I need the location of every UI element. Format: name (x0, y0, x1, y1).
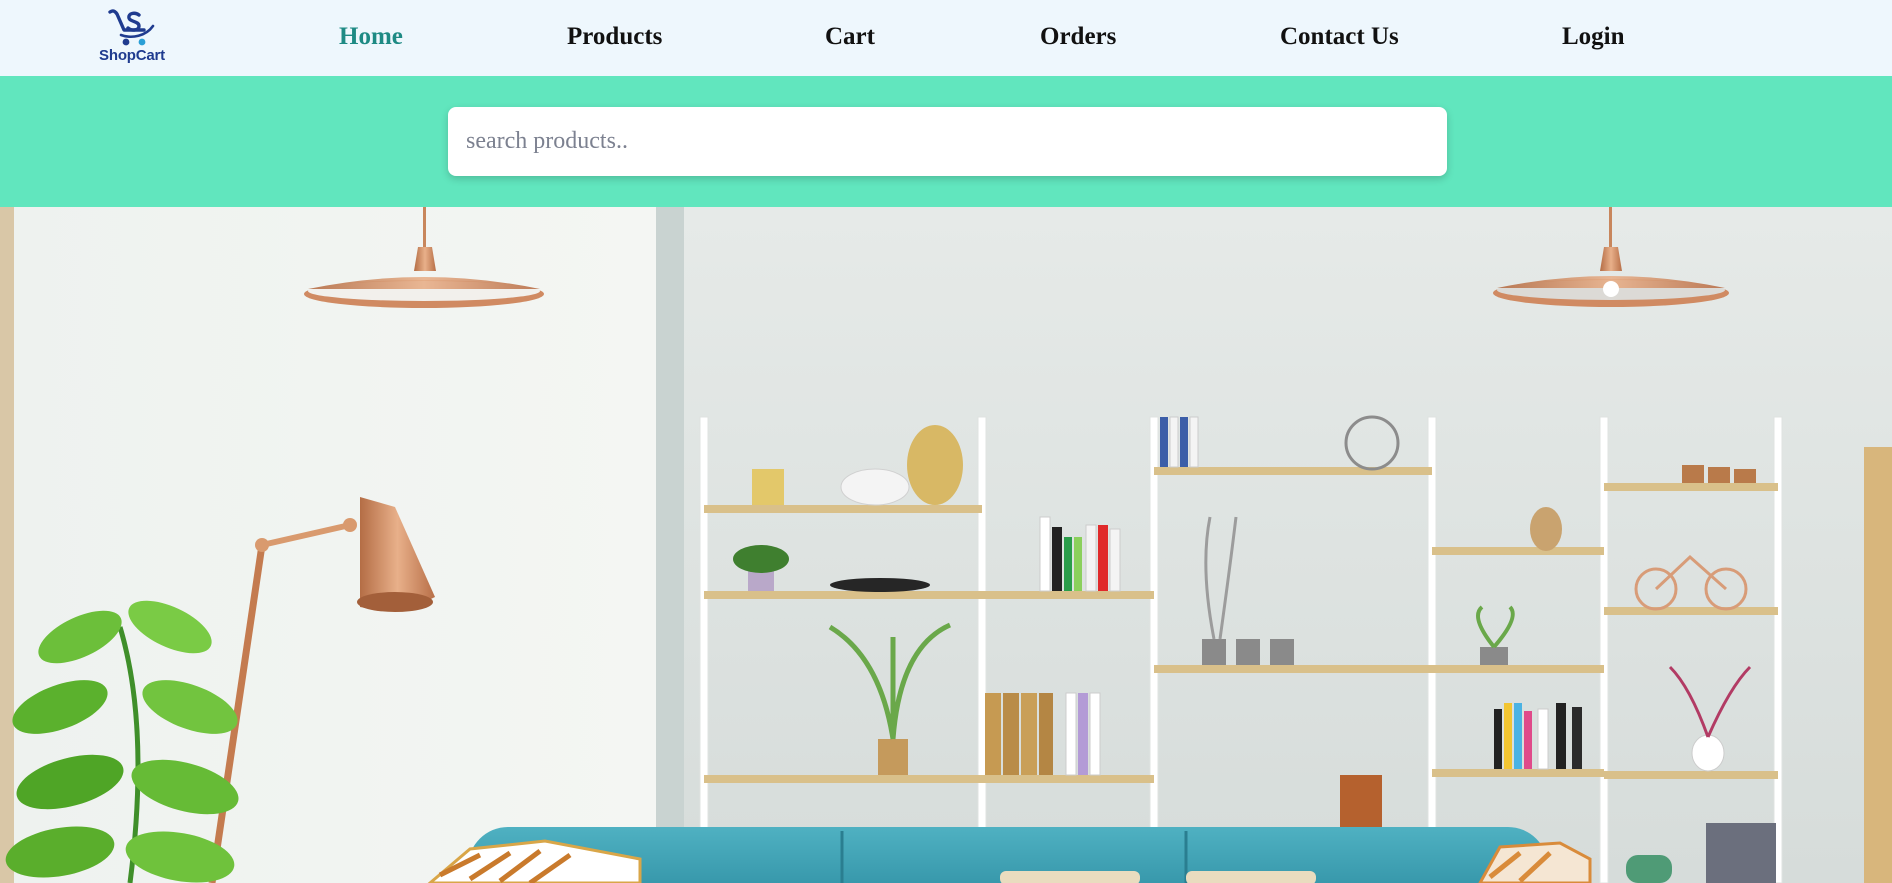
living-room-illustration (0, 207, 1892, 883)
nav-home-link[interactable]: Home (339, 20, 403, 54)
nav-orders-link[interactable]: Orders (1040, 20, 1116, 54)
logo-wordmark: ShopCart (99, 47, 165, 64)
search-banner (0, 76, 1892, 207)
shopping-cart-s-icon (108, 9, 155, 46)
nav-cart-link[interactable]: Cart (825, 20, 875, 54)
nav-contact-us-link[interactable]: Contact Us (1280, 20, 1399, 54)
top-navbar: ShopCart Home Products Cart Orders Conta… (0, 0, 1892, 76)
search-input[interactable] (448, 107, 1447, 176)
nav-products-link[interactable]: Products (567, 20, 662, 54)
nav-login-link[interactable]: Login (1562, 20, 1625, 54)
hero-banner-image (0, 207, 1892, 883)
shopcart-logo[interactable]: ShopCart (92, 6, 172, 68)
sofa (427, 827, 1592, 883)
